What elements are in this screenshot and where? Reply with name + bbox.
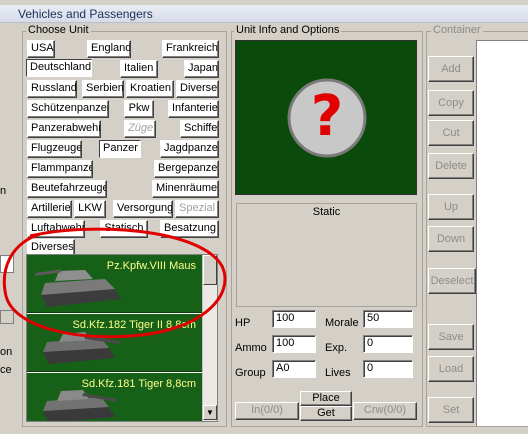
filter-flammpanzer-button[interactable]: Flammpanzer (27, 160, 93, 178)
unit-preview: ? (235, 40, 417, 195)
exp-field[interactable]: 0 (363, 335, 413, 353)
deselect-button[interactable]: Deselect (428, 268, 476, 294)
filter-russland-button[interactable]: Russland (27, 80, 77, 98)
up-button[interactable]: Up (428, 194, 474, 220)
filter-besatzung-button[interactable]: Besatzung (160, 220, 219, 238)
filter-italien-button[interactable]: Italien (120, 60, 158, 78)
chevron-down-icon: ▼ (206, 408, 214, 417)
choose-unit-label: Choose Unit (26, 24, 91, 36)
filter-diverse-button[interactable]: Diverse (176, 80, 219, 98)
group-field[interactable]: A0 (272, 360, 316, 378)
group-label: Group (235, 367, 266, 379)
ammo-label: Ammo (235, 342, 267, 354)
scrollbar-thumb[interactable] (203, 255, 217, 285)
unit-info-label: Unit Info and Options (234, 24, 342, 36)
lives-field[interactable]: 0 (363, 360, 413, 378)
place-button[interactable]: Place (300, 391, 352, 406)
in-button[interactable]: In(0/0) (235, 402, 299, 420)
unit-name: Pz.Kpfw.VIII Maus (106, 260, 196, 272)
down-button[interactable]: Down (428, 226, 474, 252)
tiger-ii-tank-icon (43, 332, 121, 364)
lives-label: Lives (325, 367, 351, 379)
ammo-field[interactable]: 100 (272, 335, 316, 353)
maus-tank-icon (35, 269, 121, 307)
filter-versorgung-button[interactable]: Versorgung (113, 200, 173, 218)
filter-schiffe-button[interactable]: Schiffe (180, 120, 219, 138)
filter-lkw-button[interactable]: LKW (74, 200, 106, 218)
cut-button[interactable]: Cut (428, 120, 474, 146)
filter-flugzeuge-button[interactable]: Flugzeuge (27, 140, 82, 158)
filter-bergepanzer-button[interactable]: Bergepanzer (154, 160, 219, 178)
left-edge-field[interactable] (0, 255, 14, 273)
unit-list-item[interactable]: Pz.Kpfw.VIII Maus (27, 255, 202, 313)
load-button[interactable]: Load (428, 356, 474, 382)
unit-name: Sd.Kfz.182 Tiger II 8,8cm (72, 319, 196, 331)
morale-field[interactable]: 50 (363, 310, 413, 328)
filter-japan-button[interactable]: Japan (184, 60, 219, 78)
container-list[interactable] (476, 40, 528, 426)
filter-luftabwehr-button[interactable]: Luftabwehr (27, 220, 85, 238)
container-label: Container (431, 24, 483, 36)
unit-type-text: Static (312, 206, 341, 218)
filter-zuege-button[interactable]: Züge (124, 120, 156, 138)
window-titlebar: Vehicles and Passengers (0, 5, 528, 23)
tiger-tank-icon (43, 390, 117, 421)
left-edge-text-n: n (0, 185, 7, 197)
unit-list-item[interactable]: Sd.Kfz.181 Tiger 8,8cm (27, 373, 202, 421)
filter-panzerabwehr-button[interactable]: Panzerabwehr (27, 120, 101, 138)
unit-name: Sd.Kfz.181 Tiger 8,8cm (81, 378, 196, 390)
filter-infanterie-button[interactable]: Infanterie (168, 100, 219, 118)
morale-label: Morale (325, 317, 359, 329)
filter-usa-button[interactable]: USA (27, 40, 55, 58)
filter-panzer-button[interactable]: Panzer (99, 140, 141, 158)
exp-label: Exp. (325, 342, 348, 354)
preview-question-mark: ? (310, 84, 344, 149)
filter-serbien-button[interactable]: Serbien (82, 80, 124, 98)
filter-statisch-button[interactable]: Statisch (100, 220, 148, 238)
crw-button[interactable]: Crw(0/0) (353, 402, 417, 420)
filter-england-button[interactable]: England (87, 40, 131, 58)
filter-artillerie-button[interactable]: Artillerie (27, 200, 72, 218)
filter-deutschland-button[interactable]: Deutschland (26, 59, 92, 77)
filter-spezial-button[interactable]: Spezial (175, 200, 219, 218)
hp-label: HP (235, 317, 251, 329)
unit-list[interactable]: Pz.Kpfw.VIII Maus Sd.Kfz.182 Tiger II 8,… (26, 254, 218, 422)
save-button[interactable]: Save (428, 324, 474, 350)
get-button[interactable]: Get (300, 406, 352, 421)
delete-button[interactable]: Delete (428, 153, 474, 179)
copy-button[interactable]: Copy (428, 90, 474, 116)
filter-beutefahrzeuge-button[interactable]: Beutefahrzeuge (27, 180, 107, 198)
filter-minenraeumer-button[interactable]: Minenräumer (152, 180, 219, 198)
scroll-down-button[interactable]: ▼ (203, 405, 217, 420)
unit-list-item[interactable]: Sd.Kfz.182 Tiger II 8,8cm (27, 314, 202, 372)
left-edge-panel: n on ce (0, 150, 14, 420)
filter-jagdpanzer-button[interactable]: Jagdpanzer (160, 140, 219, 158)
left-edge-arrow-button[interactable] (0, 310, 14, 324)
unit-type-panel: Static (236, 203, 417, 307)
left-edge-text-on: on (0, 346, 13, 358)
filter-pkw-button[interactable]: Pkw (124, 100, 154, 118)
filter-kroatien-button[interactable]: Kroatien (126, 80, 174, 98)
left-edge-text-ce: ce (0, 364, 12, 376)
filter-schuetzenpanzer-button[interactable]: Schützenpanzer (27, 100, 109, 118)
add-button[interactable]: Add (428, 56, 474, 82)
filter-frankreich-button[interactable]: Frankreich (162, 40, 219, 58)
unit-list-scrollbar[interactable]: ▼ (202, 255, 217, 421)
window-title: Vehicles and Passengers (18, 7, 153, 21)
set-button[interactable]: Set (428, 397, 474, 423)
hp-field[interactable]: 100 (272, 310, 316, 328)
